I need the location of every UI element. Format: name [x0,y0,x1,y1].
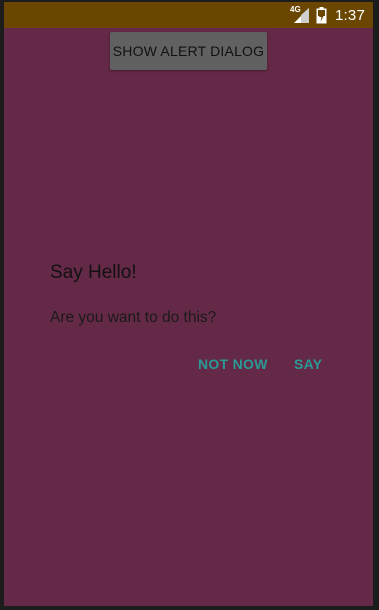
dialog-message: Are you want to do this? [50,309,217,326]
alert-dialog: Say Hello! Are you want to do this? NOT … [26,242,326,392]
device-frame: 4G 1:37 SHOW ALERT DIALOG Say Hello! Are… [0,0,379,610]
not-now-button[interactable]: NOT NOW [198,356,268,372]
dialog-title: Say Hello! [50,262,137,283]
show-alert-dialog-button[interactable]: SHOW ALERT DIALOG [110,32,267,70]
say-button[interactable]: SAY [294,356,322,372]
status-clock: 1:37 [335,6,365,24]
status-icons: 4G 1:37 [290,2,365,28]
cellular-signal-icon: 4G [290,5,310,24]
battery-icon [316,6,327,24]
status-bar: 4G 1:37 [4,2,373,28]
app-screen: 4G 1:37 SHOW ALERT DIALOG Say Hello! Are… [4,2,373,606]
